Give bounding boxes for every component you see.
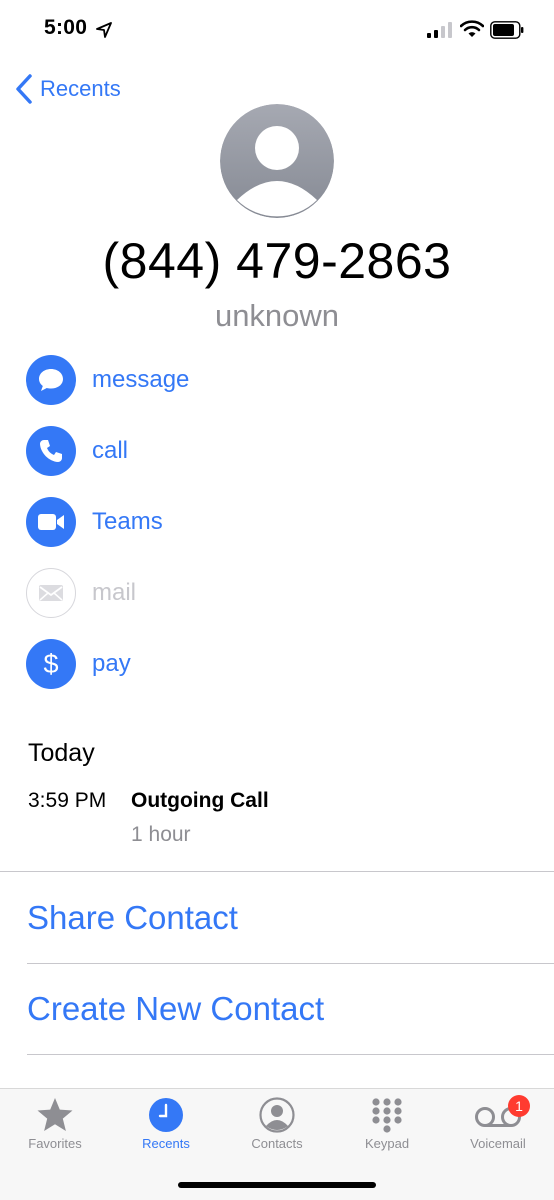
pay-action[interactable]: $ pay — [26, 639, 131, 689]
tab-label-recents: Recents — [142, 1136, 190, 1151]
wifi-icon — [460, 20, 484, 37]
pay-label: pay — [92, 650, 131, 677]
back-label: Recents — [40, 76, 121, 101]
tab-label-voicemail: Voicemail — [470, 1136, 526, 1151]
clock-icon — [149, 1098, 183, 1132]
person-silhouette-icon — [220, 104, 334, 218]
call-action[interactable]: call — [26, 426, 128, 476]
divider — [0, 871, 554, 872]
message-action[interactable]: message — [26, 355, 189, 405]
tab-recents[interactable]: Recents — [116, 1097, 216, 1161]
teams-label: Teams — [92, 508, 163, 535]
number-label: unknown — [214, 298, 340, 333]
person-circle-icon — [259, 1097, 295, 1133]
call-type: Outgoing Call — [131, 789, 269, 812]
mail-action[interactable]: mail — [26, 568, 136, 618]
tab-label-favorites: Favorites — [28, 1136, 82, 1151]
divider — [27, 963, 554, 964]
mail-label: mail — [92, 579, 137, 606]
call-duration: 1 hour — [131, 823, 191, 846]
phone-icon — [40, 440, 62, 462]
history-heading: Today — [28, 739, 95, 767]
battery-icon — [490, 21, 524, 39]
message-bubble-icon — [39, 369, 63, 391]
call-label: call — [92, 437, 129, 464]
chevron-left-icon — [16, 74, 32, 104]
envelope-icon — [39, 585, 63, 601]
home-indicator — [178, 1182, 376, 1188]
tab-label-keypad: Keypad — [364, 1136, 410, 1151]
back-button[interactable]: Recents — [14, 72, 121, 106]
dollar-icon: $ — [43, 648, 59, 679]
tab-contacts[interactable]: Contacts — [227, 1097, 327, 1161]
keypad-icon — [372, 1098, 402, 1133]
tab-voicemail[interactable]: 1 Voicemail — [448, 1095, 548, 1161]
message-label: message — [92, 366, 190, 393]
tab-keypad[interactable]: Keypad — [337, 1097, 437, 1161]
tab-label-contacts: Contacts — [251, 1136, 303, 1151]
tab-favorites[interactable]: Favorites — [5, 1097, 105, 1161]
phone-number: (844) 479-2863 — [102, 233, 452, 289]
status-time: 5:00 — [44, 16, 88, 39]
location-arrow-icon — [96, 22, 112, 38]
voicemail-badge: 1 — [508, 1095, 530, 1117]
divider — [27, 1054, 554, 1055]
create-new-contact-button[interactable]: Create New Contact — [27, 990, 324, 1028]
video-icon — [38, 514, 64, 530]
avatar — [220, 104, 334, 218]
teams-action[interactable]: Teams — [26, 497, 163, 547]
share-contact-button[interactable]: Share Contact — [27, 899, 238, 937]
star-icon — [37, 1098, 73, 1131]
cellular-signal-icon — [427, 22, 452, 38]
call-time: 3:59 PM — [28, 789, 107, 812]
